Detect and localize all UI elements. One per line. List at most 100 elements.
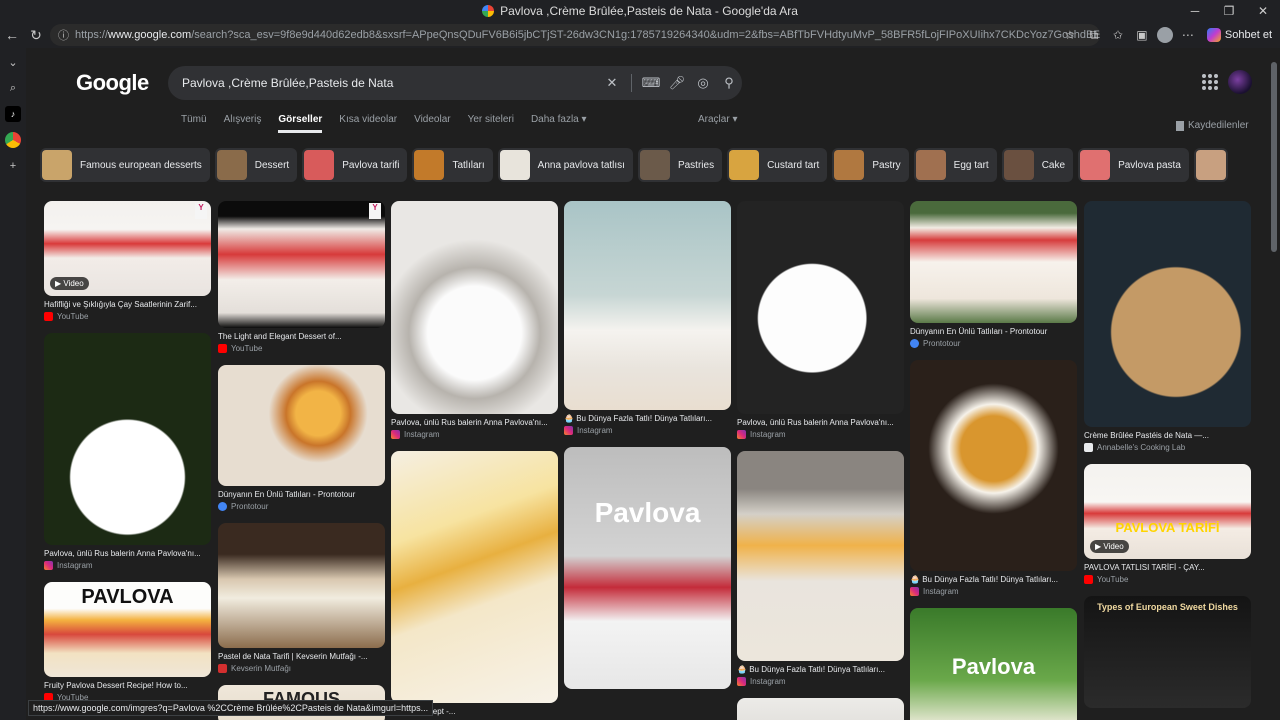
result-title[interactable]: Fruity Pavlova Dessert Recipe! How to... xyxy=(44,681,211,690)
result-thumbnail[interactable] xyxy=(564,201,731,410)
tab-4[interactable]: Videolar xyxy=(414,114,451,133)
google-logo[interactable]: Google xyxy=(76,70,149,96)
related-chip[interactable]: Pavlova pasta xyxy=(1078,148,1189,182)
chrome-icon[interactable] xyxy=(5,132,21,148)
result-thumbnail[interactable] xyxy=(391,201,558,414)
result-thumbnail[interactable] xyxy=(737,451,904,661)
result-thumbnail[interactable] xyxy=(910,201,1077,323)
result-thumbnail[interactable] xyxy=(218,523,385,648)
result-thumbnail[interactable]: PAVLOVA xyxy=(44,582,211,677)
collections-icon[interactable]: ▣ xyxy=(1133,26,1151,44)
result-title[interactable]: Pavlova, ünlü Rus balerin Anna Pavlova'n… xyxy=(737,418,904,427)
result-source[interactable]: YouTube xyxy=(44,312,211,321)
tab-1[interactable]: Alışveriş xyxy=(224,114,262,133)
result-title[interactable]: Dünyanın En Ünlü Tatlıları - Prontotour xyxy=(910,327,1077,336)
result-thumbnail[interactable] xyxy=(1084,201,1251,427)
close-window-button[interactable]: ✕ xyxy=(1246,0,1280,22)
image-result[interactable]: PAVLOVA TARİFİ ▶ Video PAVLOVA TATLISI TAR… xyxy=(1084,464,1251,584)
related-chip[interactable]: Pastry xyxy=(832,148,909,182)
result-source[interactable]: Instagram xyxy=(391,430,558,439)
image-result[interactable]: ▶ Video Y Hafifliği ve Şıklığıyla Çay Saat… xyxy=(44,201,211,321)
image-result[interactable]: Dünyanın En Ünlü Tatlıları - Prontotour P… xyxy=(910,201,1077,348)
result-source[interactable]: Instagram xyxy=(910,587,1077,596)
search-box[interactable]: Pavlova ,Crème Brûlée,Pasteis de Nata ✕ … xyxy=(168,66,742,100)
result-title[interactable]: Pavlova, ünlü Rus balerin Anna Pavlova'n… xyxy=(391,418,558,427)
tab-3[interactable]: Kısa videolar xyxy=(339,114,397,133)
result-thumbnail[interactable] xyxy=(737,698,904,720)
scrollbar-thumb[interactable] xyxy=(1271,62,1277,252)
image-result[interactable]: Pavlova, ünlü Rus balerin Anna Pavlova'n… xyxy=(737,201,904,439)
image-result[interactable]: Pavlova recept -... xyxy=(391,451,558,716)
result-thumbnail[interactable] xyxy=(218,365,385,486)
result-source[interactable]: Prontotour xyxy=(910,339,1077,348)
page-scrollbar[interactable] xyxy=(1268,48,1280,720)
result-source[interactable]: Instagram xyxy=(737,430,904,439)
minimize-button[interactable]: ─ xyxy=(1178,0,1212,22)
extensions-icon[interactable]: ⧉ xyxy=(1085,26,1103,44)
result-source[interactable]: YouTube xyxy=(1084,575,1251,584)
related-chip[interactable]: Custard tart xyxy=(727,148,828,182)
search-icon[interactable]: ⚲ xyxy=(716,75,742,91)
result-title[interactable]: 🧁 Bu Dünya Fazla Tatlı! Dünya Tatlıları.… xyxy=(564,414,731,423)
saved-button[interactable]: Kaydedilenler xyxy=(1176,120,1249,131)
result-thumbnail[interactable]: ▶ Video Y xyxy=(44,201,211,296)
image-result[interactable]: 🧁 Bu Dünya Fazla Tatlı! Dünya Tatlıları.… xyxy=(737,451,904,686)
related-chip[interactable]: Anna pavlova tatlısı xyxy=(497,148,633,182)
result-title[interactable]: 🧁 Bu Dünya Fazla Tatlı! Dünya Tatlıları.… xyxy=(910,575,1077,584)
related-chip[interactable]: Pastries xyxy=(637,148,723,182)
result-thumbnail[interactable] xyxy=(44,333,211,545)
result-thumbnail[interactable]: PAVLOVA TARİFİ ▶ Video xyxy=(1084,464,1251,559)
site-info-icon[interactable]: ⓘ xyxy=(58,27,69,43)
result-title[interactable]: Crème Brûlée Pastéis de Nata —... xyxy=(1084,431,1251,440)
result-title[interactable]: Dünyanın En Ünlü Tatlıları - Prontotour xyxy=(218,490,385,499)
related-chip[interactable]: Famous european desserts xyxy=(40,148,210,182)
lens-icon[interactable]: ◎ xyxy=(690,75,716,91)
image-result[interactable]: Types of European Sweet Dishes xyxy=(1084,596,1251,708)
image-result[interactable]: PAVLOVA Fruity Pavlova Dessert Recipe! Ho… xyxy=(44,582,211,702)
back-icon[interactable]: ← xyxy=(0,23,24,47)
related-chip[interactable]: Pavlova tarifi xyxy=(302,148,408,182)
result-source[interactable]: YouTube xyxy=(218,344,385,353)
tab-0[interactable]: Tümü xyxy=(181,114,207,133)
image-result[interactable]: Crème Brûlée Pastéis de Nata —... Annabel… xyxy=(1084,201,1251,452)
apps-grid-icon[interactable] xyxy=(1202,74,1218,90)
tiktok-icon[interactable]: ♪ xyxy=(5,106,21,122)
copilot-chat-button[interactable]: Sohbet et xyxy=(1203,28,1272,42)
keyboard-icon[interactable]: ⌨ xyxy=(638,75,664,91)
result-source[interactable]: Instagram xyxy=(737,677,904,686)
result-source[interactable]: Kevserin Mutfağı xyxy=(218,664,385,673)
image-result[interactable]: 🧁 Bu Dünya Fazla Tatlı! Dünya Tatlıları.… xyxy=(564,201,731,435)
related-chip[interactable]: Dessert xyxy=(214,148,298,182)
tab-6[interactable]: Daha fazla ▾ xyxy=(531,114,587,133)
chevron-down-icon[interactable]: ⌄ xyxy=(5,54,21,70)
image-result[interactable]: Pavlova, ünlü Rus balerin Anna Pavlova'n… xyxy=(44,333,211,570)
result-thumbnail[interactable]: Types of European Sweet Dishes xyxy=(1084,596,1251,708)
tools-button[interactable]: Araçlar ▾ xyxy=(698,114,737,125)
image-result[interactable] xyxy=(737,698,904,720)
result-thumbnail[interactable] xyxy=(391,451,558,703)
restore-button[interactable]: ❐ xyxy=(1212,0,1246,22)
favorite-star-icon[interactable]: ☆ xyxy=(1061,26,1079,44)
result-thumbnail[interactable]: Pavlova xyxy=(910,608,1077,720)
tab-2[interactable]: Görseller xyxy=(278,114,323,133)
result-title[interactable]: Hafifliği ve Şıklığıyla Çay Saatlerinin … xyxy=(44,300,211,309)
profile-avatar[interactable] xyxy=(1156,27,1173,43)
related-chip[interactable]: Tatlıları xyxy=(412,148,493,182)
microphone-icon[interactable]: 🎤︎ xyxy=(664,75,690,91)
related-chip[interactable] xyxy=(1193,148,1228,182)
result-source[interactable]: Instagram xyxy=(44,561,211,570)
result-title[interactable]: 🧁 Bu Dünya Fazla Tatlı! Dünya Tatlıları.… xyxy=(737,665,904,674)
tab-5[interactable]: Yer siteleri xyxy=(468,114,514,133)
related-chip[interactable]: Egg tart xyxy=(913,148,997,182)
search-icon[interactable]: ⌕ xyxy=(5,80,21,96)
search-input[interactable]: Pavlova ,Crème Brûlée,Pasteis de Nata xyxy=(182,76,599,90)
result-title[interactable]: The Light and Elegant Dessert of... xyxy=(218,332,385,341)
related-chip[interactable]: Cake xyxy=(1001,148,1074,182)
image-result[interactable]: Dünyanın En Ünlü Tatlıları - Prontotour P… xyxy=(218,365,385,511)
favorites-icon[interactable]: ✩ xyxy=(1109,26,1127,44)
result-thumbnail[interactable] xyxy=(910,360,1077,571)
account-avatar[interactable] xyxy=(1228,70,1252,94)
address-bar[interactable]: ⓘ https://www.google.com/search?sca_esv=… xyxy=(50,24,1100,46)
result-source[interactable]: Instagram xyxy=(564,426,731,435)
image-result[interactable]: Pavlova xyxy=(564,447,731,689)
